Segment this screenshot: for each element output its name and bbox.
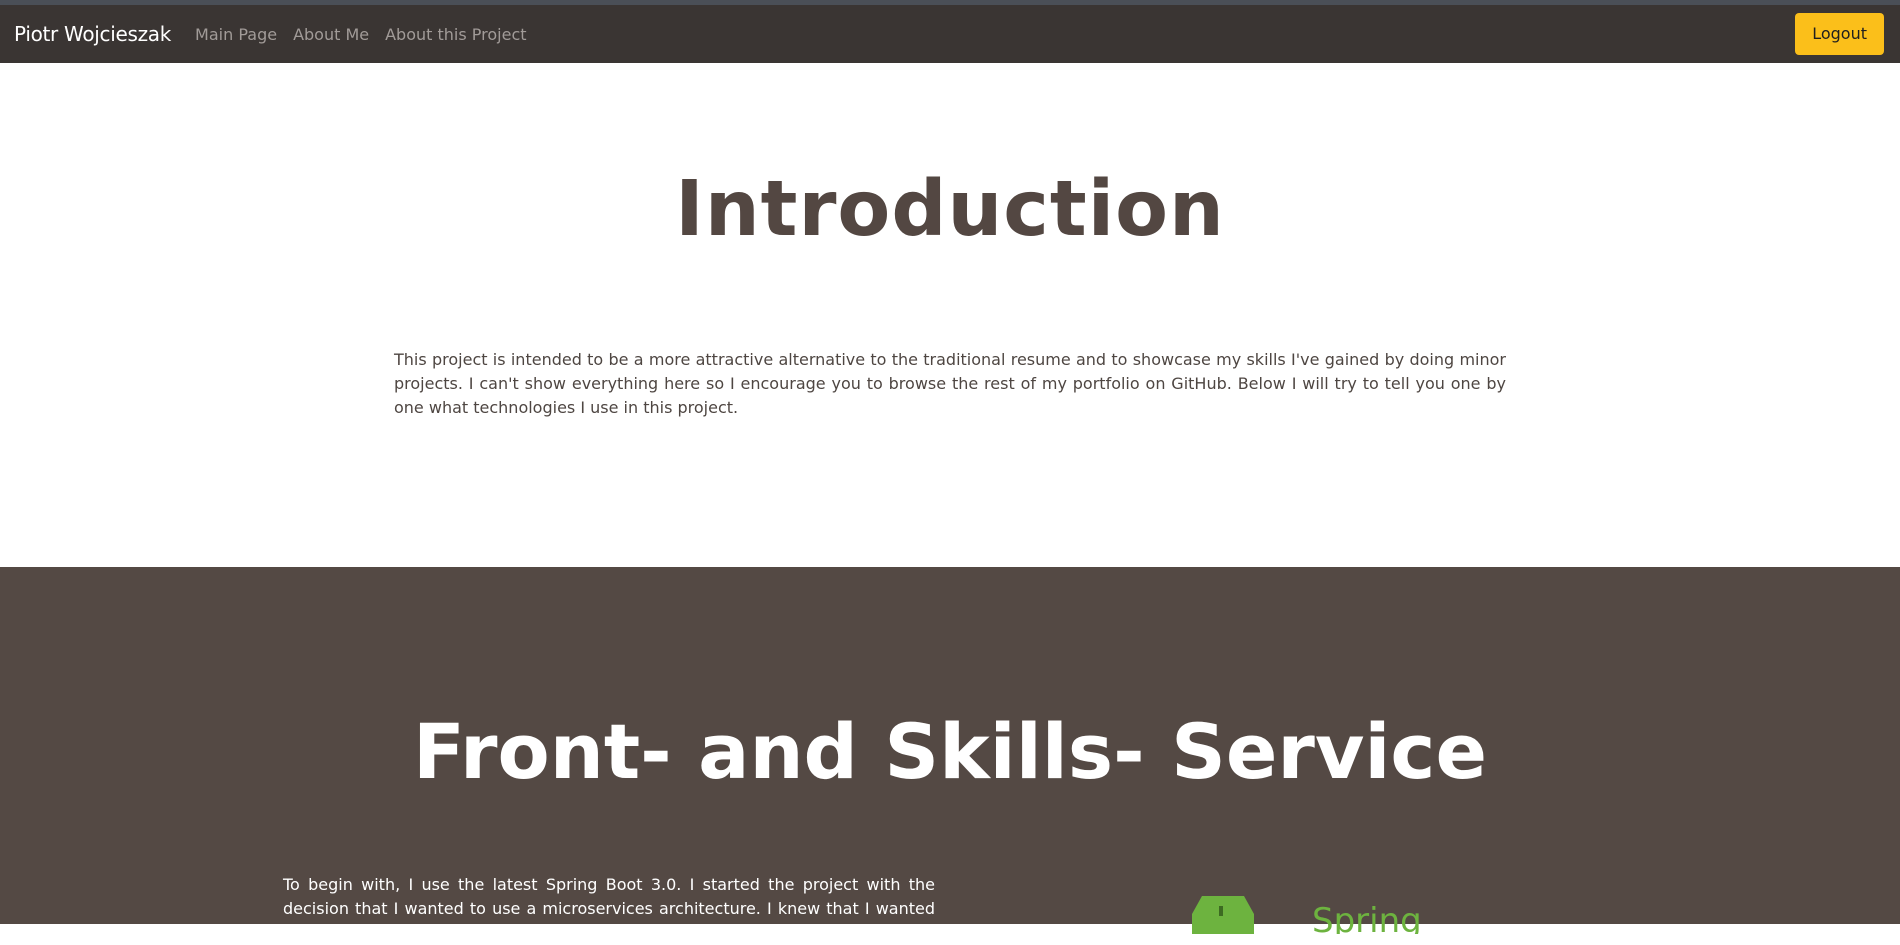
introduction-title: Introduction (675, 165, 1225, 254)
front-skills-service-text: To begin with, I use the latest Spring B… (283, 875, 935, 942)
nav-about-project[interactable]: About this Project (385, 25, 526, 44)
brand-name[interactable]: Piotr Wojcieszak (14, 22, 171, 46)
nav-about-me[interactable]: About Me (293, 25, 369, 44)
front-skills-service-section: Front- and Skills- Service To begin with… (0, 567, 1900, 942)
front-skills-service-title: Front- and Skills- Service (412, 707, 1488, 796)
introduction-section: Introduction This project is intended to… (0, 63, 1900, 567)
nav-main-page[interactable]: Main Page (195, 25, 277, 44)
introduction-text: This project is intended to be a more at… (394, 350, 1506, 417)
nav-links: Main Page About Me About this Project (195, 25, 526, 44)
navbar: Piotr Wojcieszak Main Page About Me Abou… (0, 5, 1900, 63)
logout-button[interactable]: Logout (1795, 13, 1884, 55)
spring-logo-icon: Spring (1192, 896, 1422, 934)
spring-logo-text: Spring (1312, 901, 1422, 934)
